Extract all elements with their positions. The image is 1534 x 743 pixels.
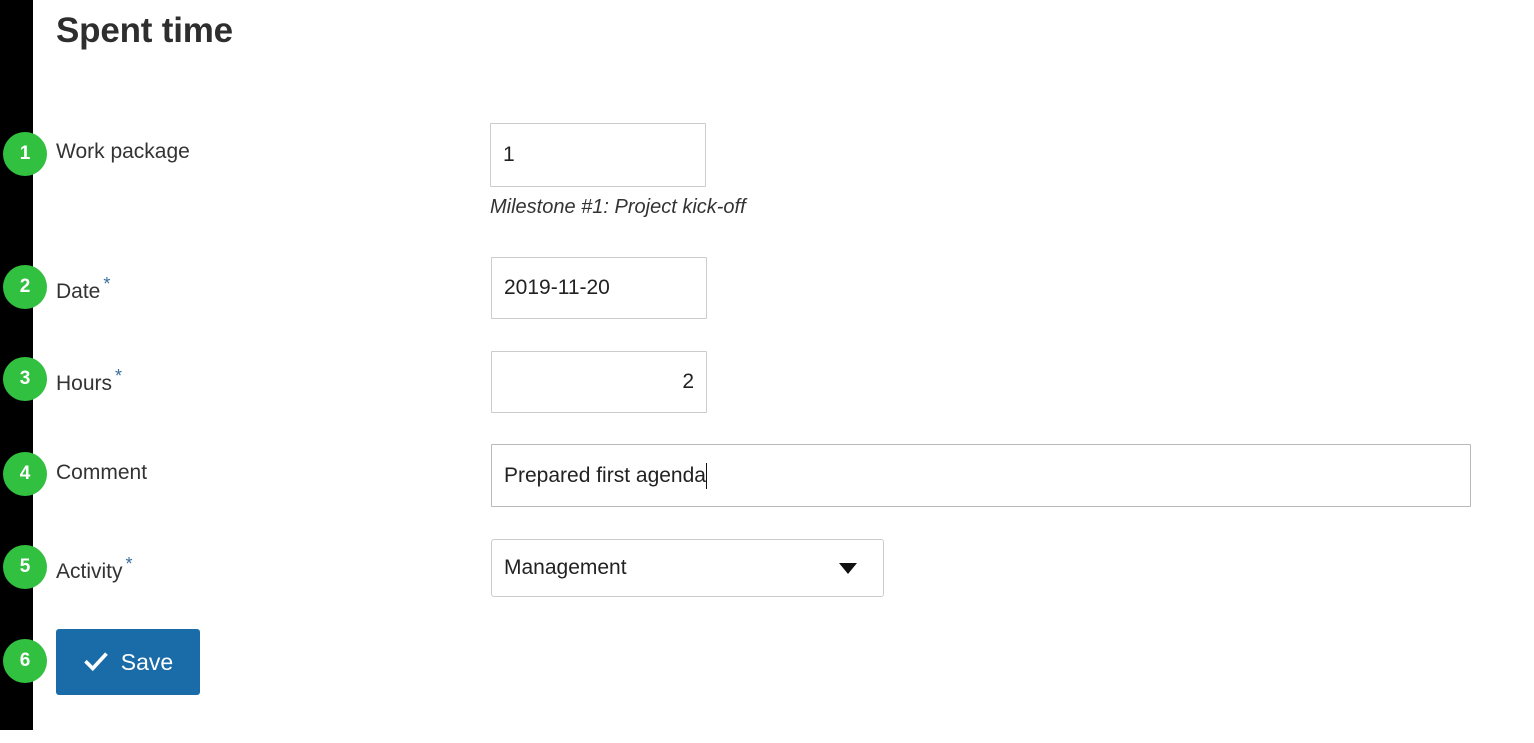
step-badge-5: 5 — [3, 545, 47, 589]
label-work-package-text: Work package — [56, 140, 190, 163]
comment-input-value: Prepared first agenda — [504, 463, 706, 487]
label-comment: Comment — [56, 461, 147, 485]
step-badge-6: 6 — [3, 639, 47, 683]
label-hours: Hours * — [56, 366, 122, 396]
step-badge-1: 1 — [3, 132, 47, 176]
step-badge-2: 2 — [3, 265, 47, 309]
chevron-down-icon — [839, 562, 857, 574]
page-title: Spent time — [56, 11, 233, 50]
label-hours-text: Hours — [56, 372, 113, 395]
step-badge-4: 4 — [3, 452, 47, 496]
label-work-package: Work package — [56, 140, 190, 164]
step-badge-3: 3 — [3, 357, 47, 401]
label-activity-text: Activity — [56, 560, 123, 583]
activity-select-value: Management — [504, 556, 627, 579]
required-marker-hours: * — [115, 366, 123, 386]
save-button-label: Save — [120, 648, 174, 675]
label-activity: Activity * — [56, 554, 133, 584]
work-package-helper-text: Milestone #1: Project kick-off — [490, 196, 746, 218]
label-date-text: Date — [56, 280, 101, 303]
label-date: Date * — [56, 274, 110, 304]
spent-time-form-screen: Spent time 1 Work package Milestone #1: … — [0, 0, 1534, 743]
activity-select[interactable]: Management — [491, 539, 884, 597]
check-icon — [83, 652, 108, 672]
date-input[interactable] — [491, 257, 707, 319]
comment-input[interactable]: Prepared first agenda — [491, 444, 1471, 507]
label-comment-text: Comment — [56, 461, 148, 484]
work-package-input[interactable] — [490, 123, 706, 187]
required-marker-activity: * — [125, 554, 133, 574]
required-marker-date: * — [103, 274, 111, 294]
save-button[interactable]: Save — [56, 629, 200, 695]
hours-input[interactable] — [491, 351, 707, 413]
text-cursor — [705, 462, 707, 489]
